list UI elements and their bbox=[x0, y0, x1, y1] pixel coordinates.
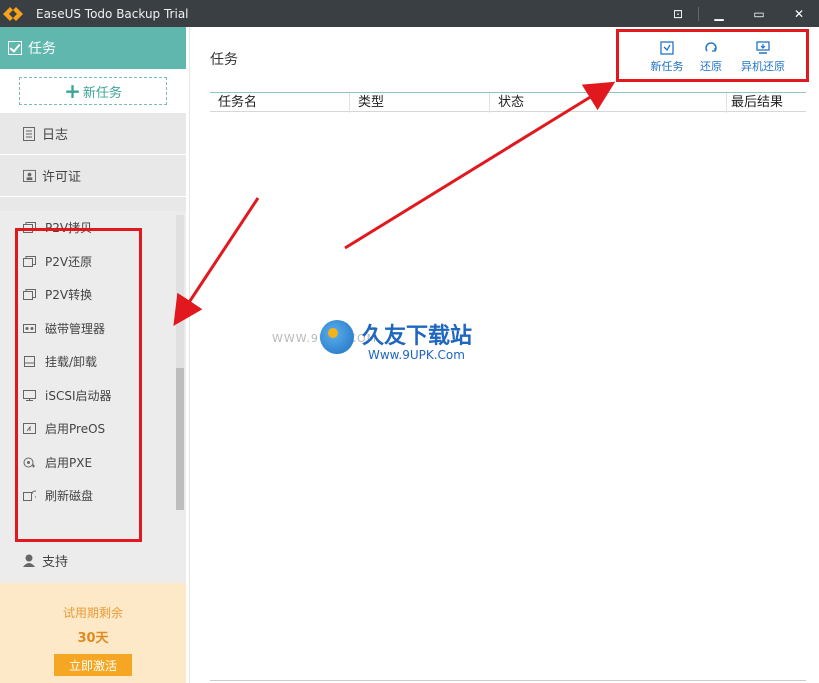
title-bar: EaseUS Todo Backup Trial ⊡ ▁ ▭ ✕ bbox=[0, 0, 819, 27]
sidebar-item-label: 日志 bbox=[42, 128, 69, 143]
column-header-task-name[interactable]: 任务名 bbox=[210, 93, 350, 113]
license-icon bbox=[22, 169, 36, 183]
support-icon bbox=[22, 553, 36, 567]
watermark: WWW.9UPK.COM 久友下载站 Www.9UPK.Com bbox=[272, 318, 512, 388]
column-header-type[interactable]: 类型 bbox=[350, 93, 490, 113]
app-logo-icon bbox=[0, 0, 26, 27]
checkbox-icon bbox=[8, 41, 22, 55]
highlight-box-toolbar bbox=[616, 29, 809, 82]
trial-remaining-label: 试用期剩余 bbox=[62, 606, 123, 620]
sidebar-item-log[interactable]: 日志 bbox=[0, 113, 186, 155]
column-header-last-result[interactable]: 最后结果 bbox=[727, 93, 806, 113]
window-title: EaseUS Todo Backup Trial bbox=[36, 6, 189, 21]
sidebar-item-support[interactable]: 支持 bbox=[0, 539, 186, 581]
menu-icon[interactable]: ⊡ bbox=[658, 0, 698, 27]
activate-button[interactable]: 立即激活 bbox=[54, 654, 132, 676]
maximize-button[interactable]: ▭ bbox=[739, 0, 779, 27]
close-button[interactable]: ✕ bbox=[779, 0, 819, 27]
trial-panel: 试用期剩余 30天 立即激活 bbox=[0, 583, 186, 683]
sidebar-item-label: 许可证 bbox=[42, 170, 82, 185]
sidebar-item-license[interactable]: 许可证 bbox=[0, 155, 186, 197]
sidebar-scrollbar-thumb[interactable] bbox=[176, 368, 184, 510]
sidebar-item-label: 支持 bbox=[42, 554, 69, 570]
highlight-box-tools bbox=[15, 228, 142, 542]
page-title: 任务 bbox=[210, 52, 238, 68]
new-task-button[interactable]: + 新任务 bbox=[19, 77, 167, 105]
watermark-logo-icon bbox=[320, 320, 354, 354]
task-table-header: 任务名 类型 状态 最后结果 bbox=[210, 92, 806, 113]
horizontal-scrollbar[interactable] bbox=[210, 680, 806, 681]
sidebar-item-tasks[interactable]: 任务 bbox=[0, 27, 186, 69]
document-icon bbox=[22, 126, 36, 141]
plus-icon: + bbox=[64, 79, 81, 103]
watermark-brand: 久友下载站 bbox=[362, 324, 473, 349]
sidebar-item-label: 任务 bbox=[28, 41, 56, 57]
trial-days: 30天 bbox=[77, 631, 109, 646]
watermark-domain: Www.9UPK.Com bbox=[368, 348, 465, 362]
minimize-button[interactable]: ▁ bbox=[699, 0, 739, 27]
column-header-status[interactable]: 状态 bbox=[490, 93, 727, 113]
